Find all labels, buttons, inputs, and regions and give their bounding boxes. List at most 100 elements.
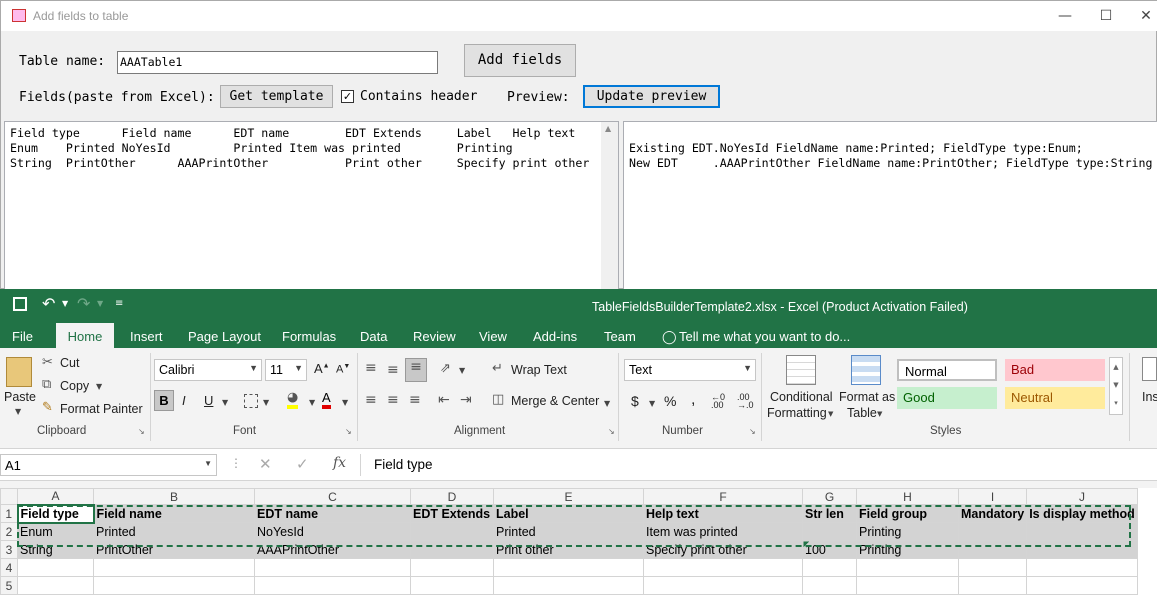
column-header[interactable]: I	[957, 488, 1028, 505]
column-header[interactable]: F	[643, 488, 803, 505]
tell-me-search[interactable]: Tell me what you want to do...	[679, 329, 850, 344]
formula-input[interactable]: Field type	[360, 454, 1157, 476]
style-bad[interactable]: Bad	[1005, 359, 1105, 381]
cell[interactable]	[254, 558, 411, 577]
cell[interactable]	[957, 540, 1028, 559]
paste-dropdown-icon[interactable]: ▼	[15, 407, 21, 416]
decrease-font-icon[interactable]: A▼	[336, 363, 350, 376]
cell[interactable]	[410, 522, 494, 541]
cell[interactable]: Printed	[493, 522, 644, 541]
column-header[interactable]: C	[254, 488, 411, 505]
cell[interactable]: Printing	[856, 522, 959, 541]
cancel-icon[interactable]: ✕	[259, 455, 272, 473]
align-top-icon[interactable]: ≡	[365, 360, 377, 376]
cell[interactable]	[957, 522, 1028, 541]
cell[interactable]	[957, 558, 1028, 577]
clipboard-launcher-icon[interactable]: ↘	[138, 427, 145, 436]
spreadsheet-grid[interactable]: A B C D E F G H I J 1 Field type Field n…	[0, 488, 1157, 597]
cell[interactable]	[254, 576, 411, 595]
row-header[interactable]: 3	[0, 540, 18, 559]
style-good[interactable]: Good	[897, 387, 997, 409]
row-header[interactable]: 5	[0, 576, 18, 595]
minimize-icon[interactable]: —	[1050, 5, 1080, 27]
italic-icon[interactable]: I	[182, 393, 186, 408]
column-header[interactable]: B	[93, 488, 255, 505]
merge-dropdown-icon[interactable]: ▼	[604, 399, 610, 408]
tab-add-ins[interactable]: Add-ins	[533, 329, 577, 344]
quick-access-dropdown-icon[interactable]: ≡	[115, 298, 123, 309]
cell[interactable]: EDT name	[254, 504, 411, 523]
cell[interactable]	[93, 576, 255, 595]
comma-icon[interactable]: ,	[691, 391, 695, 409]
orientation-dropdown-icon[interactable]: ▼	[459, 366, 465, 375]
tab-formulas[interactable]: Formulas	[282, 329, 336, 344]
column-header[interactable]: E	[493, 488, 644, 505]
undo-dropdown-icon[interactable]: ▼	[62, 299, 68, 308]
underline-dropdown-icon[interactable]: ▼	[222, 398, 228, 407]
tab-file[interactable]: File	[12, 329, 33, 344]
borders-icon[interactable]	[244, 394, 258, 408]
table-name-input[interactable]: AAATable1	[117, 51, 438, 74]
format-table-dropdown-icon[interactable]: ▼	[877, 410, 882, 418]
cell[interactable]	[1026, 576, 1138, 595]
contains-header-label[interactable]: Contains header	[360, 89, 477, 104]
contains-header-checkbox[interactable]: ✓	[341, 90, 354, 103]
borders-dropdown-icon[interactable]: ▼	[263, 398, 269, 407]
percent-icon[interactable]: %	[664, 393, 676, 409]
redo-icon[interactable]: ↷	[77, 294, 90, 313]
cell[interactable]	[856, 576, 959, 595]
tab-view[interactable]: View	[479, 329, 507, 344]
cell[interactable]	[802, 576, 857, 595]
close-icon[interactable]: ✕	[1131, 5, 1157, 27]
font-name-select[interactable]: Calibri ▼	[154, 359, 262, 381]
align-center-icon[interactable]: ≡	[387, 392, 399, 408]
cell[interactable]: Is display method	[1026, 504, 1138, 523]
increase-decimal-icon[interactable]: ←0.00	[711, 393, 725, 410]
maximize-icon[interactable]: ☐	[1091, 5, 1121, 27]
conditional-formatting-button[interactable]: Conditional	[770, 390, 833, 404]
cell[interactable]	[410, 558, 494, 577]
cell[interactable]	[643, 558, 803, 577]
cell[interactable]: Item was printed	[643, 522, 803, 541]
preview-textarea[interactable]: Existing EDT.NoYesId FieldName name:Prin…	[623, 121, 1157, 290]
format-as-table-button-line2[interactable]: Table	[847, 406, 877, 420]
font-launcher-icon[interactable]: ↘	[345, 427, 352, 436]
undo-icon[interactable]: ↶	[42, 294, 55, 313]
enter-icon[interactable]: ✓	[296, 455, 309, 473]
redo-dropdown-icon[interactable]: ▼	[97, 299, 103, 308]
tab-insert[interactable]: Insert	[130, 329, 163, 344]
cell[interactable]: Field group	[856, 504, 959, 523]
fields-input-textarea[interactable]: Field type Field name EDT name EDT Exten…	[4, 121, 619, 290]
cell[interactable]: Print other	[493, 540, 644, 559]
cell[interactable]	[410, 540, 494, 559]
font-color-dropdown-icon[interactable]: ▼	[342, 398, 348, 407]
increase-indent-icon[interactable]: ⇥	[460, 392, 472, 408]
increase-font-icon[interactable]: A▲	[314, 361, 330, 376]
cell[interactable]	[410, 576, 494, 595]
column-header[interactable]: A	[17, 488, 94, 505]
cell[interactable]	[957, 576, 1028, 595]
cell[interactable]: Mandatory	[957, 504, 1028, 523]
column-header[interactable]: G	[802, 488, 857, 505]
function-icon[interactable]: fx	[333, 455, 346, 471]
conditional-dropdown-icon[interactable]: ▼	[828, 410, 833, 418]
decrease-decimal-icon[interactable]: .00 →.0	[737, 393, 754, 410]
orientation-icon[interactable]: ⇗	[440, 361, 451, 376]
cell[interactable]: NoYesId	[254, 522, 411, 541]
align-middle-icon[interactable]: ≡	[387, 362, 399, 378]
column-header[interactable]: J	[1026, 488, 1138, 505]
style-neutral[interactable]: Neutral	[1005, 387, 1105, 409]
name-box[interactable]: A1 ▼	[0, 454, 217, 476]
number-launcher-icon[interactable]: ↘	[749, 427, 756, 436]
insert-button[interactable]: Ins	[1142, 390, 1157, 404]
copy-dropdown-icon[interactable]: ▼	[96, 382, 102, 391]
tab-review[interactable]: Review	[413, 329, 456, 344]
cell[interactable]	[1026, 558, 1138, 577]
fill-color-dropdown-icon[interactable]: ▼	[309, 398, 315, 407]
cell[interactable]	[1026, 522, 1138, 541]
paste-icon[interactable]	[6, 357, 32, 387]
decrease-indent-icon[interactable]: ⇤	[438, 392, 450, 408]
row-header[interactable]: 2	[0, 522, 18, 541]
tab-home[interactable]: Home	[56, 323, 114, 348]
tab-data[interactable]: Data	[360, 329, 387, 344]
